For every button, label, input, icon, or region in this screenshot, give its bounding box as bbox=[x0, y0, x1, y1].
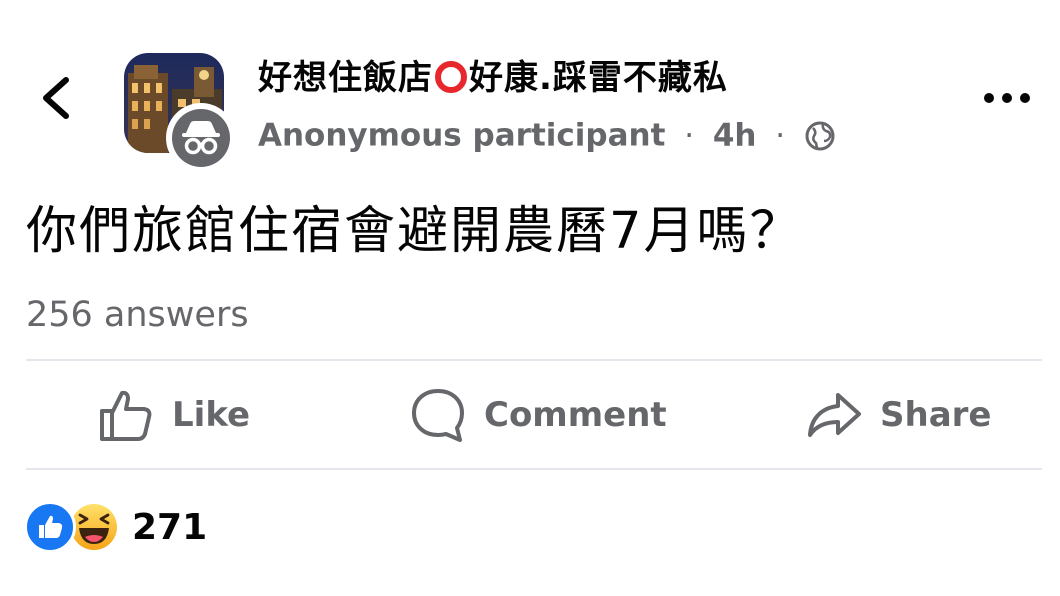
comment-button[interactable]: Comment bbox=[410, 384, 667, 446]
separator-dot: · bbox=[775, 117, 786, 154]
answers-count[interactable]: 256 answers bbox=[26, 293, 249, 337]
more-options-button[interactable] bbox=[980, 86, 1034, 110]
author-name[interactable]: Anonymous participant bbox=[258, 118, 665, 154]
divider-bottom bbox=[26, 468, 1042, 470]
group-name[interactable]: 好想住飯店 好康.踩雷不藏私 bbox=[258, 56, 728, 100]
red-circle-icon bbox=[435, 61, 467, 93]
anonymous-badge bbox=[166, 103, 236, 173]
post-meta: Anonymous participant · 4h · bbox=[258, 114, 836, 156]
like-label: Like bbox=[172, 395, 251, 435]
reactions-summary[interactable]: 271 bbox=[24, 500, 207, 554]
post-time[interactable]: 4h bbox=[713, 118, 757, 154]
divider-top bbox=[26, 359, 1042, 361]
like-button[interactable]: Like bbox=[98, 384, 250, 446]
thumbs-up-icon bbox=[100, 390, 152, 441]
anonymous-icon bbox=[172, 109, 230, 167]
share-label: Share bbox=[880, 395, 992, 435]
group-name-part1: 好想住飯店 bbox=[258, 58, 433, 98]
more-icon bbox=[984, 93, 1030, 103]
reaction-count: 271 bbox=[132, 506, 208, 548]
like-reaction-icon bbox=[24, 501, 76, 553]
comment-label: Comment bbox=[484, 395, 667, 435]
post-screen: 好想住飯店 好康.踩雷不藏私 Anonymous participant · 4h… bbox=[0, 0, 1060, 596]
separator-dot: · bbox=[684, 117, 695, 154]
comment-bubble-icon bbox=[412, 389, 464, 442]
share-arrow-icon bbox=[808, 393, 861, 437]
back-chevron-icon bbox=[43, 77, 69, 119]
group-avatar[interactable] bbox=[124, 53, 236, 173]
post-question: 你們旅館住宿會避開農曆7月嗎？ bbox=[26, 202, 803, 261]
group-name-part2: 好康.踩雷不藏私 bbox=[469, 58, 728, 98]
globe-icon bbox=[805, 121, 835, 150]
share-button[interactable]: Share bbox=[806, 384, 991, 446]
back-button[interactable] bbox=[36, 74, 76, 122]
